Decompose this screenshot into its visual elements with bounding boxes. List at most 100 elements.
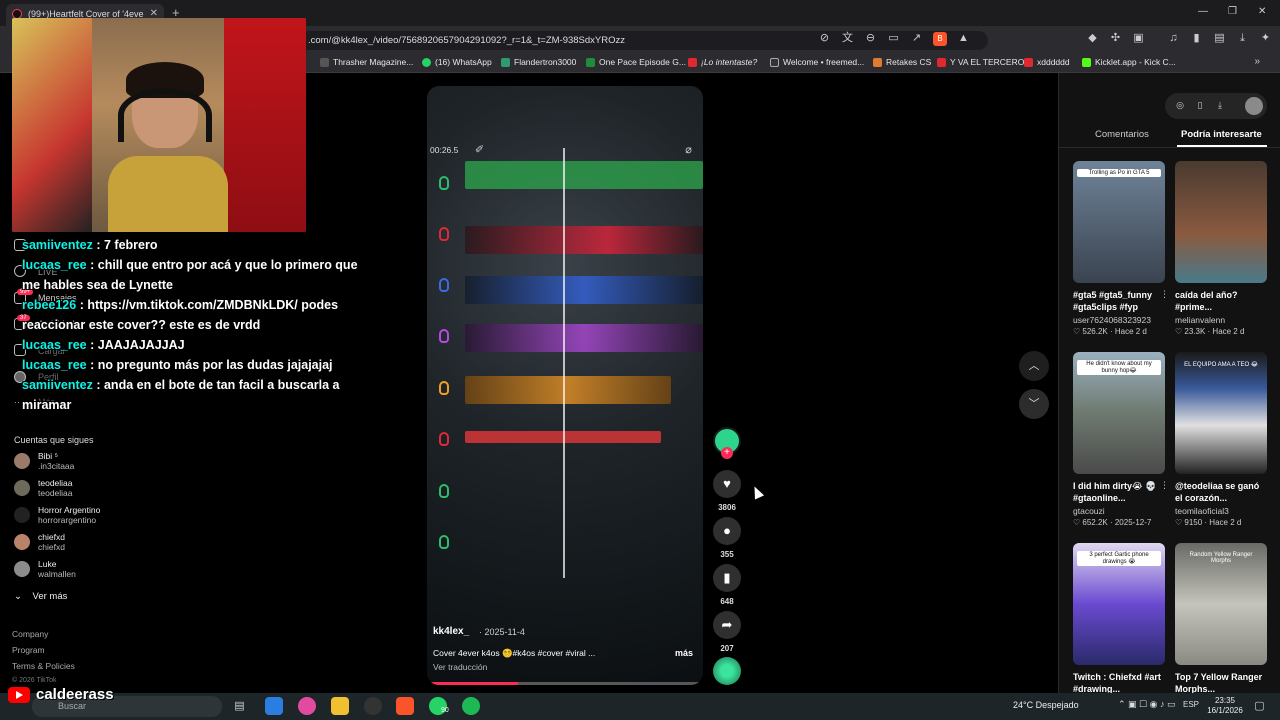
bookmark-item[interactable]: (16) WhatsApp (422, 57, 492, 67)
screenshot-icon[interactable]: ▣ (1132, 32, 1145, 45)
user-avatar[interactable] (1245, 97, 1263, 115)
divider (1059, 147, 1280, 148)
download-icon[interactable]: ⤓ (1236, 32, 1249, 45)
wall-flag (224, 18, 306, 232)
following-account[interactable]: teodeliaa teodeliaa (14, 478, 164, 500)
video-author[interactable]: kk4lex_ (433, 626, 469, 637)
recommended-video-card[interactable]: Random Yellow Ranger Morphs Top 7 Yellow… (1175, 543, 1267, 695)
recommended-video-card[interactable]: EL EQUIPO AMA A TEO 😂 @teodeliaa se ganó… (1175, 352, 1267, 527)
tab-recommended[interactable]: Podría interesarte (1181, 129, 1262, 140)
thumbnail-caption: 3 perfect Gartic phone drawings 😭 (1077, 551, 1161, 566)
see-translation-link[interactable]: Ver traducción (433, 662, 487, 672)
zoom-icon[interactable]: ⊖ (864, 32, 877, 45)
obs-icon[interactable] (364, 697, 382, 715)
system-tray-icons[interactable]: ⌃ ▣ ☐ ◉ ♪ ▭ (1118, 699, 1175, 710)
waveform-band (465, 276, 703, 304)
follow-plus-icon[interactable]: + (721, 447, 733, 459)
chat-message: rebee126 : https://vm.tiktok.com/ZMDBNkL… (22, 295, 367, 335)
task-view-icon[interactable]: ▤ (233, 700, 246, 713)
extensions-icon[interactable]: ✣ (1109, 32, 1122, 45)
more-options-icon[interactable]: ⋮ (1160, 480, 1169, 491)
comment-button[interactable]: ● (713, 517, 741, 545)
spotify-icon[interactable] (462, 697, 480, 715)
recommended-video-card[interactable]: Trolling as Po in GTA 5 #gta5 #gta5_funn… (1073, 161, 1169, 336)
bookmark-favicon (320, 57, 329, 67)
restore-icon[interactable]: ❐ (1228, 6, 1237, 17)
leo-ai-icon[interactable]: ✦ (1259, 32, 1272, 45)
video-progress-bar[interactable] (427, 682, 703, 685)
bookmark-item[interactable]: Retakes CS (873, 57, 931, 67)
see-more-button[interactable]: ⌄ Ver más (14, 591, 67, 602)
wall-poster (12, 18, 92, 232)
bookmark-item[interactable]: xdddddd (1024, 57, 1070, 67)
clock-date: 16/1/2026 (1207, 706, 1243, 715)
avatar (14, 453, 30, 469)
caption-more-link[interactable]: más (675, 648, 693, 658)
bookmark-item[interactable]: ¡Lo intentaste? (688, 57, 757, 67)
notifications-icon[interactable]: ▢ (1253, 700, 1266, 713)
following-account[interactable]: Bibi ⁵ .in3citaaa (14, 451, 164, 473)
tab-comments[interactable]: Comentarios (1095, 129, 1149, 140)
pen-icon: ✐ (474, 144, 485, 156)
translate-icon[interactable]: 文 (841, 32, 854, 45)
rewards-icon[interactable]: ▲ (957, 32, 970, 45)
music-icon[interactable]: ♫ (1167, 32, 1180, 45)
video-player[interactable]: 00:26.5 ✐ ⌀ kk4lex_ · 2025-11-4 Cover 4e… (427, 86, 703, 685)
brave-icon[interactable] (396, 697, 414, 715)
app-icon[interactable] (298, 697, 316, 715)
following-account[interactable]: chiefxd chiefxd (14, 532, 164, 554)
footer-link-terms[interactable]: Terms & Policies (12, 661, 75, 671)
language-indicator[interactable]: ESP (1183, 700, 1199, 709)
weather-widget[interactable]: 24°C Despejado (1013, 700, 1079, 710)
bookmarks-overflow-icon[interactable]: » (1254, 56, 1260, 67)
share-button[interactable]: ➦ (713, 611, 741, 639)
more-options-icon[interactable]: ⋮ (1160, 289, 1169, 300)
phone-icon[interactable]: ▯ (1195, 100, 1205, 110)
following-account[interactable]: Luke walmallen (14, 559, 164, 581)
footer-link-company[interactable]: Company (12, 629, 48, 639)
minimize-icon[interactable]: — (1198, 6, 1208, 17)
brave-shield-icon[interactable]: B (933, 32, 947, 46)
cast-icon[interactable]: ▭ (887, 32, 900, 45)
bookmark-item[interactable]: Thrasher Magazine... (320, 57, 413, 67)
no-tracking-icon[interactable]: ⊘ (818, 32, 831, 45)
recommended-video-card[interactable]: 3 perfect Gartic phone drawings 😭 Twitch… (1073, 543, 1165, 695)
bookmark-item[interactable]: Y VA EL TERCERO (937, 57, 1024, 67)
video-thumbnail: 3 perfect Gartic phone drawings 😭 (1073, 543, 1165, 665)
mic-icon (439, 278, 449, 292)
bookmark-item[interactable]: Flandertron3000 (501, 57, 576, 67)
clock[interactable]: 23:35 16/1/2026 (1205, 696, 1245, 716)
bookmark-item[interactable]: Welcome • freemed... (770, 57, 864, 67)
sidebar-toggle-icon[interactable]: ▮ (1190, 32, 1203, 45)
store-icon[interactable] (265, 697, 283, 715)
previous-video-button[interactable]: ︿ (1019, 351, 1049, 381)
wallet-icon[interactable]: ▤ (1213, 32, 1226, 45)
bookmark-item[interactable]: Kicklet.app - Kick C... (1082, 57, 1176, 67)
recommended-video-card[interactable]: caída del año? #prime... melianvalenn ♡ … (1175, 161, 1267, 336)
right-panel-toolbar: ◎ ▯ ⤓ (1165, 93, 1267, 119)
coin-icon[interactable]: ◎ (1175, 100, 1185, 110)
more-dots-icon[interactable]: ·· (14, 397, 20, 407)
save-button[interactable]: ▮ (713, 564, 741, 592)
following-account[interactable]: Horror Argentino horrorargentino (14, 505, 164, 527)
mic-icon (439, 329, 449, 343)
download-icon[interactable]: ⤓ (1215, 100, 1225, 110)
thumbnail-caption: Random Yellow Ranger Morphs (1189, 552, 1253, 564)
vpn-icon[interactable]: ◆ (1086, 32, 1099, 45)
window-close-icon[interactable]: ✕ (1258, 6, 1266, 17)
folder-icon[interactable] (331, 697, 349, 715)
like-count: 3806 (718, 503, 736, 512)
share-icon[interactable]: ↗ (910, 32, 923, 45)
bookmark-item[interactable]: One Pace Episode G... (586, 57, 686, 67)
music-disc-icon[interactable] (713, 657, 741, 685)
chat-text: : 7 febrero (92, 238, 158, 252)
video-thumbnail (1175, 161, 1267, 283)
mute-icon: ⌀ (685, 144, 692, 156)
mic-icon (439, 535, 449, 549)
recommended-video-card[interactable]: He didn't know about my bunny hop😂 I did… (1073, 352, 1169, 527)
next-video-button[interactable]: ﹀ (1019, 389, 1049, 419)
mic-icon (439, 227, 449, 241)
footer-link-program[interactable]: Program (12, 645, 45, 655)
headset (118, 88, 212, 142)
like-button[interactable]: ♥ (713, 470, 741, 498)
